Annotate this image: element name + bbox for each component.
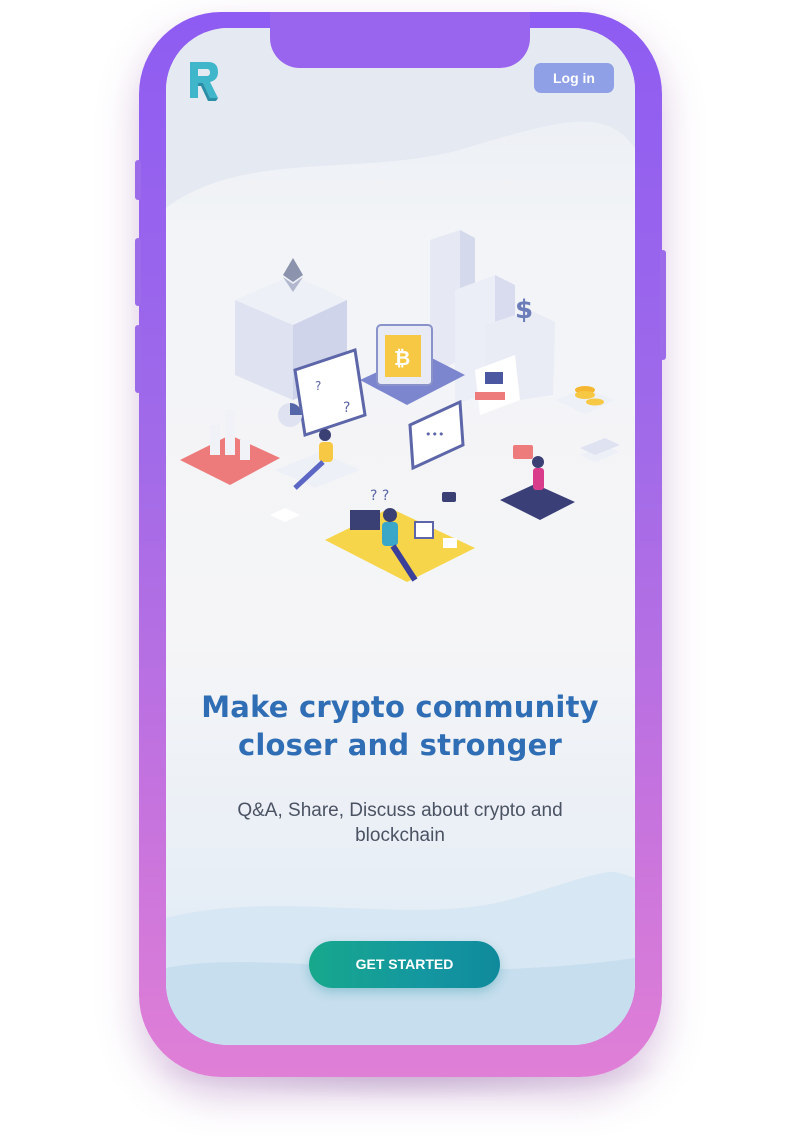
- subtitle: Q&A, Share, Discuss about crypto and blo…: [215, 798, 585, 848]
- phone-notch: [270, 12, 530, 68]
- get-started-button[interactable]: GET STARTED: [309, 941, 500, 988]
- svg-text:•••: •••: [425, 428, 444, 441]
- svg-text:? ?: ? ?: [370, 488, 389, 504]
- volume-up-button: [135, 238, 141, 306]
- power-button: [660, 250, 666, 360]
- svg-text:$: $: [515, 295, 533, 325]
- login-button[interactable]: Log in: [534, 63, 614, 93]
- svg-text:?: ?: [315, 379, 321, 393]
- subtitle-line-2: blockchain: [355, 825, 445, 846]
- headline: Make crypto community closer and stronge…: [200, 688, 600, 764]
- svg-text:?: ?: [343, 400, 350, 416]
- headline-line-2: closer and stronger: [238, 728, 562, 762]
- crypto-community-isometric-illustration: $ ₿ ? ? ••• ? ?: [180, 230, 620, 582]
- subtitle-line-1: Q&A, Share, Discuss about crypto and: [237, 800, 563, 821]
- volume-down-button: [135, 325, 141, 393]
- headline-line-1: Make crypto community: [201, 690, 599, 724]
- svg-text:₿: ₿: [394, 346, 410, 370]
- mute-switch: [135, 160, 141, 200]
- r-logo-icon[interactable]: [186, 58, 222, 102]
